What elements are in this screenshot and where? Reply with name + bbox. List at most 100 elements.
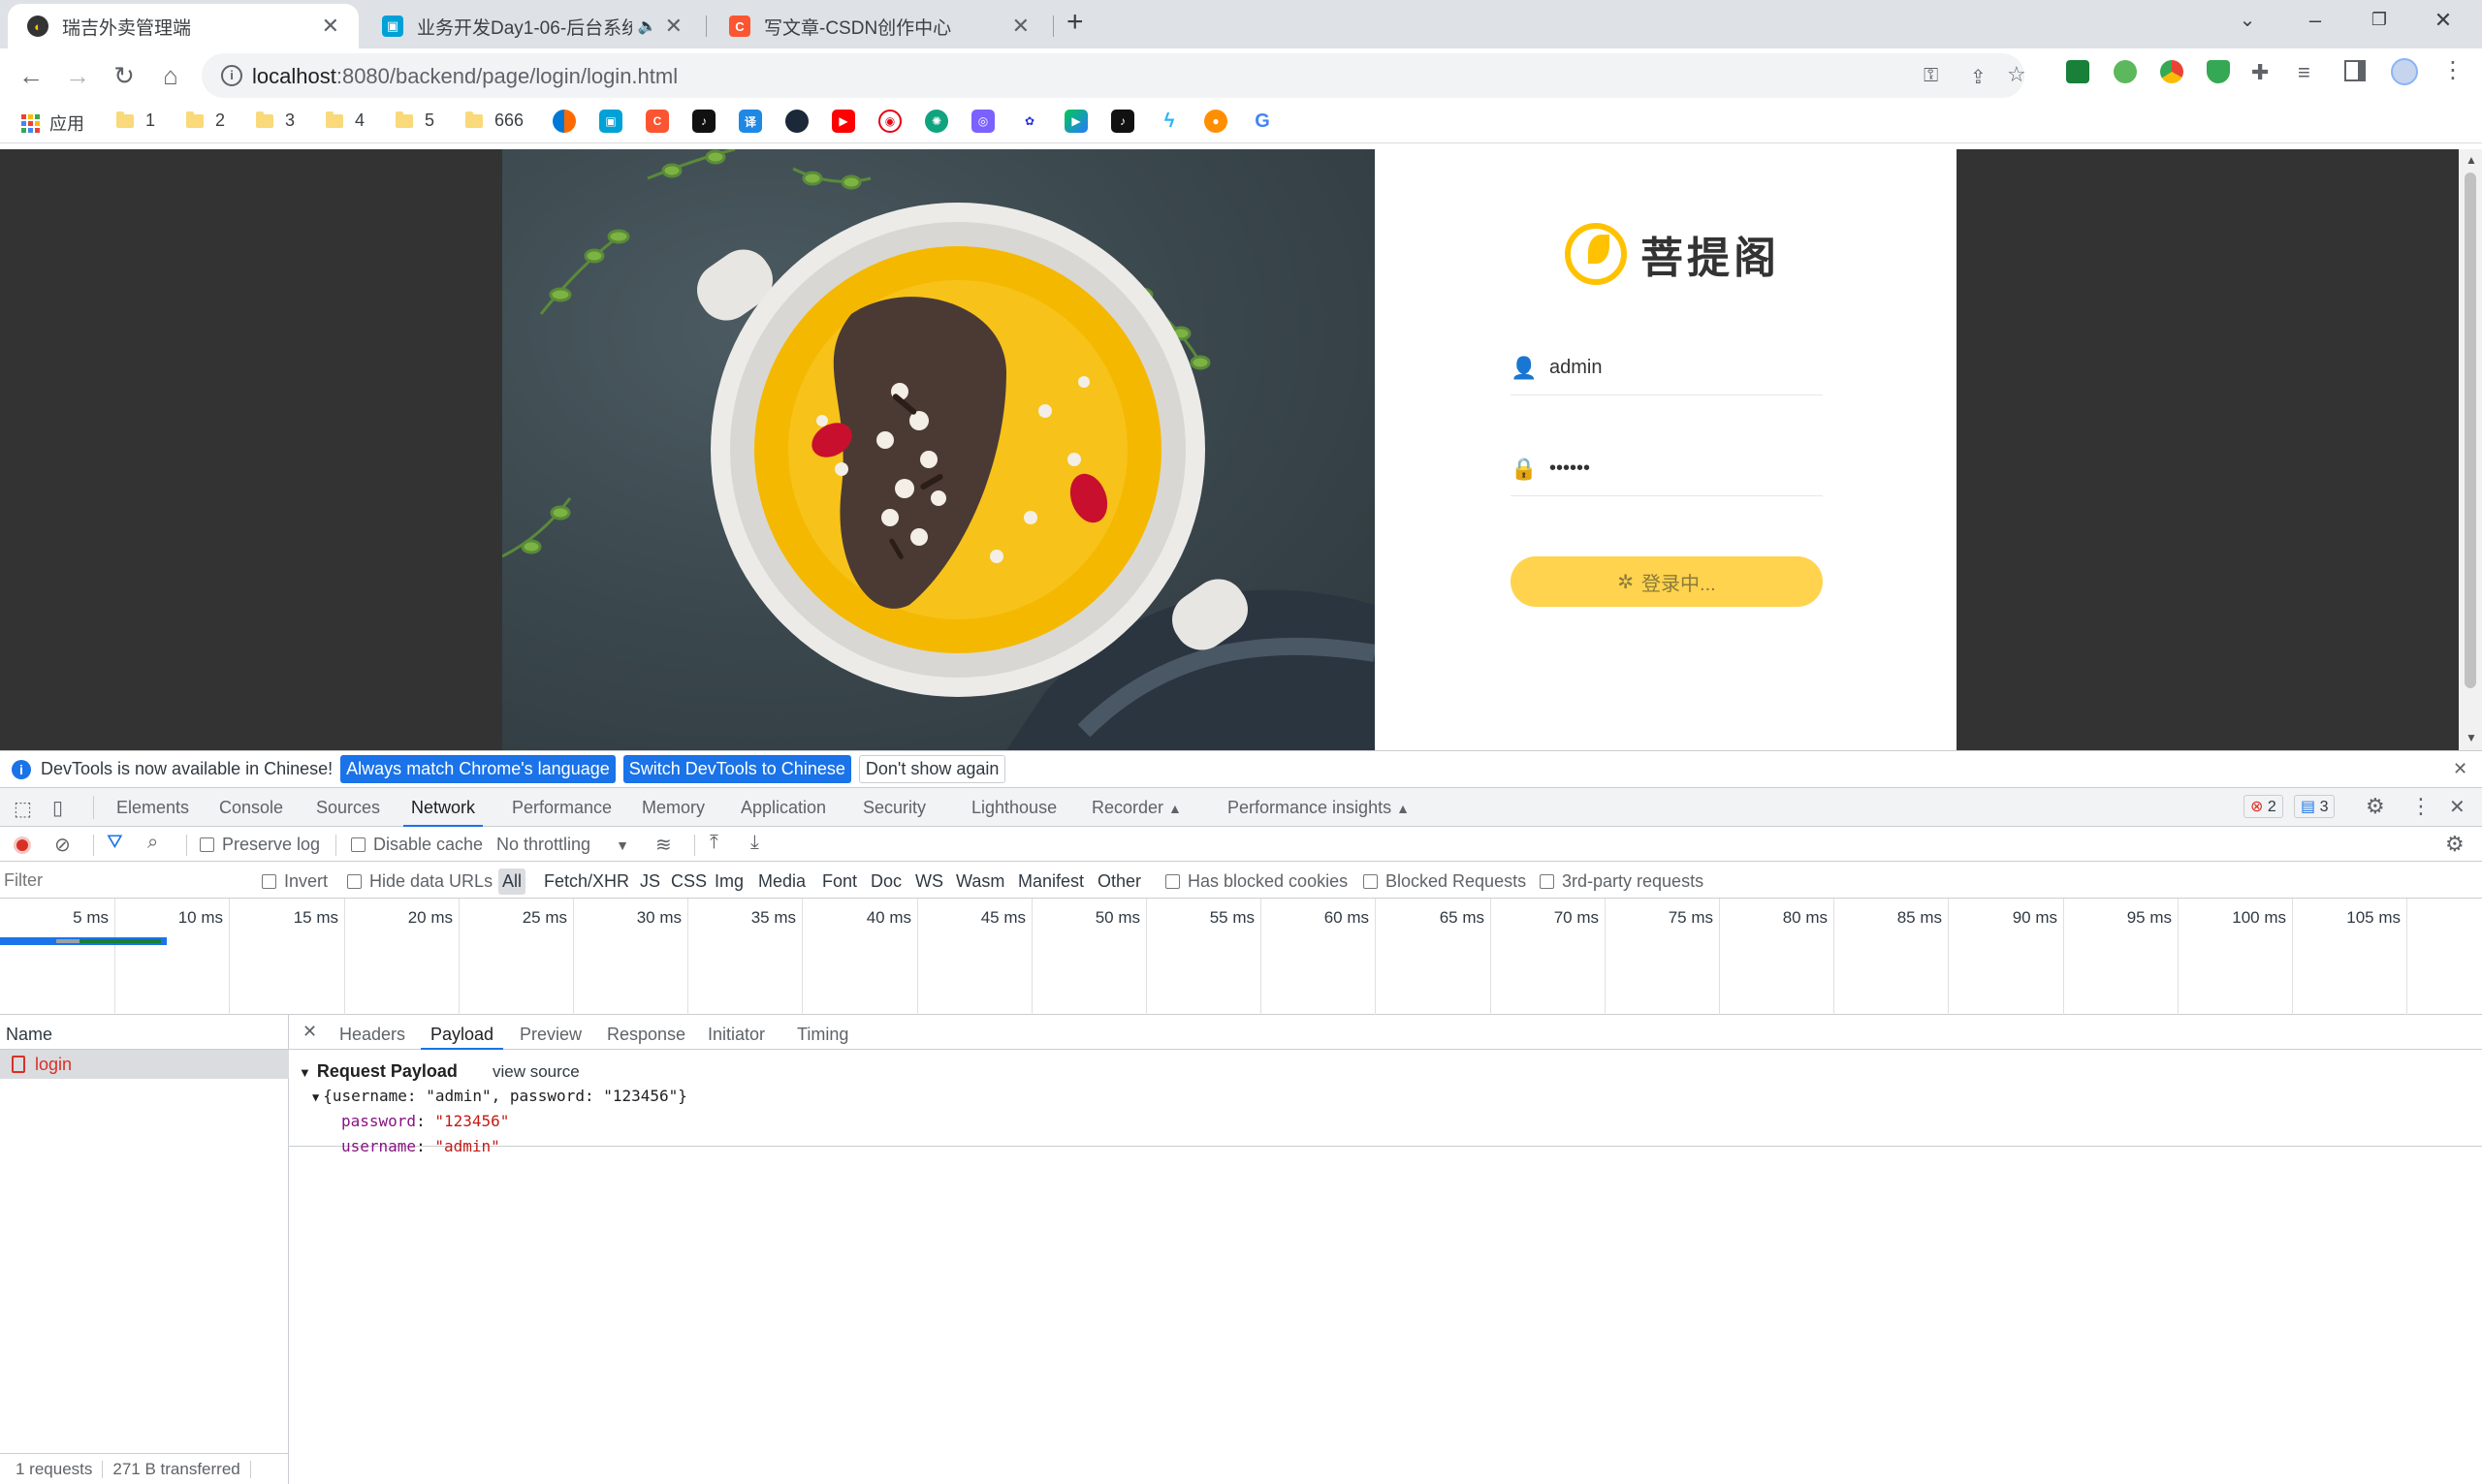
home-button[interactable]: ⌂ bbox=[153, 58, 188, 93]
type-filter-font[interactable]: Font bbox=[822, 871, 857, 892]
lightning-bookmark-icon[interactable]: ϟ bbox=[1158, 110, 1181, 133]
douyin-bookmark-icon[interactable]: ♪ bbox=[1111, 110, 1134, 133]
bookmark-star-icon[interactable]: ☆ bbox=[2007, 62, 2026, 87]
preserve-log-checkbox[interactable]: Preserve log bbox=[200, 835, 320, 855]
throttling-select[interactable]: No throttling ▼ bbox=[496, 835, 629, 855]
filter-icon[interactable]: ⛛ bbox=[107, 832, 123, 854]
play-bookmark-icon[interactable]: ▶ bbox=[1065, 110, 1088, 133]
tab-performance-insights[interactable]: Performance insights ▲ bbox=[1227, 798, 1410, 818]
close-devtools-icon[interactable]: ✕ bbox=[2449, 795, 2466, 819]
back-button[interactable]: ← bbox=[14, 58, 48, 93]
tiktok-bookmark-icon[interactable]: ♪ bbox=[692, 110, 716, 133]
side-panel-icon[interactable] bbox=[2344, 60, 2366, 81]
forward-button[interactable]: → bbox=[60, 58, 95, 93]
detail-tab-headers[interactable]: Headers bbox=[339, 1025, 405, 1045]
close-tab-icon[interactable]: ✕ bbox=[1012, 14, 1030, 39]
tab-bilibili[interactable]: ▣ 业务开发Day1-06-后台系统 🔈 ✕ bbox=[363, 4, 702, 48]
bookmark-folder-4[interactable]: 4 bbox=[326, 111, 365, 131]
tab-recorder[interactable]: Recorder ▲ bbox=[1092, 798, 1182, 818]
bookmark-folder-666[interactable]: 666 bbox=[465, 111, 524, 131]
site-info-icon[interactable]: i bbox=[221, 65, 242, 86]
switch-to-chinese-button[interactable]: Switch DevTools to Chinese bbox=[622, 755, 851, 783]
close-detail-icon[interactable]: ✕ bbox=[302, 1022, 317, 1042]
type-filter-wasm[interactable]: Wasm bbox=[956, 871, 1004, 892]
extension-shield-icon[interactable] bbox=[2066, 60, 2089, 83]
tab-console[interactable]: Console bbox=[219, 798, 283, 818]
bookmark-folder-1[interactable]: 1 bbox=[116, 111, 155, 131]
detail-tab-timing[interactable]: Timing bbox=[797, 1025, 848, 1045]
import-har-icon[interactable]: ⤒ bbox=[710, 832, 718, 854]
clear-icon[interactable]: ⊘ bbox=[54, 833, 71, 857]
restore-button[interactable]: ❐ bbox=[2360, 10, 2399, 30]
type-filter-fetch-xhr[interactable]: Fetch/XHR bbox=[544, 871, 629, 892]
scroll-down-icon[interactable]: ▼ bbox=[2466, 731, 2477, 744]
inspect-element-icon[interactable]: ⬚ bbox=[14, 797, 32, 821]
netease-bookmark-icon[interactable]: ◉ bbox=[878, 110, 902, 133]
network-conditions-icon[interactable]: ≋ bbox=[655, 833, 672, 857]
scrollbar-thumb[interactable] bbox=[2465, 173, 2476, 688]
type-filter-js[interactable]: JS bbox=[640, 871, 660, 892]
request-waterfall-bar[interactable] bbox=[0, 937, 167, 945]
audio-playing-icon[interactable]: 🔈 bbox=[638, 16, 657, 36]
openai-bookmark-icon[interactable]: ✺ bbox=[925, 110, 948, 133]
view-source-link[interactable]: view source bbox=[493, 1062, 580, 1082]
payload-summary[interactable]: ▼ {username: "admin", password: "123456"} bbox=[312, 1087, 687, 1105]
type-filter-ws[interactable]: WS bbox=[915, 871, 943, 892]
orange-bookmark-icon[interactable]: ● bbox=[1204, 110, 1227, 133]
reading-list-icon[interactable]: ≡ bbox=[2298, 60, 2310, 85]
extension-leaf-icon[interactable] bbox=[2114, 60, 2137, 83]
type-filter-img[interactable]: Img bbox=[715, 871, 744, 892]
type-filter-media[interactable]: Media bbox=[758, 871, 806, 892]
chrome-menu-icon[interactable]: ⋮ bbox=[2441, 56, 2465, 84]
app-bookmark-icon[interactable]: ◎ bbox=[971, 110, 995, 133]
always-match-language-button[interactable]: Always match Chrome's language bbox=[340, 755, 616, 783]
page-scrollbar[interactable]: ▲ ▼ bbox=[2459, 149, 2482, 750]
csdn-bookmark-icon[interactable]: C bbox=[646, 110, 669, 133]
extensions-puzzle-icon[interactable]: ✚ bbox=[2251, 60, 2269, 85]
minimize-button[interactable]: – bbox=[2296, 8, 2335, 33]
detail-tab-payload[interactable]: Payload bbox=[420, 1025, 504, 1050]
devtools-menu-icon[interactable]: ⋮ bbox=[2410, 794, 2432, 819]
password-field[interactable]: 🔒 •••••• bbox=[1511, 442, 1823, 496]
export-har-icon[interactable]: ⤓ bbox=[750, 832, 759, 854]
tab-network[interactable]: Network bbox=[402, 798, 484, 827]
scroll-up-icon[interactable]: ▲ bbox=[2466, 153, 2477, 167]
username-field[interactable]: 👤 admin bbox=[1511, 341, 1823, 395]
extension-chrome-icon[interactable] bbox=[2160, 60, 2183, 83]
name-column-header[interactable]: Name bbox=[0, 1015, 289, 1050]
type-filter-css[interactable]: CSS bbox=[671, 871, 707, 892]
google-bookmark-icon[interactable]: G bbox=[1251, 110, 1274, 133]
close-tab-icon[interactable]: ✕ bbox=[665, 14, 683, 39]
new-tab-button[interactable]: + bbox=[1066, 6, 1084, 39]
close-notice-icon[interactable]: ✕ bbox=[2453, 759, 2467, 779]
tab-security[interactable]: Security bbox=[863, 798, 926, 818]
tab-memory[interactable]: Memory bbox=[642, 798, 705, 818]
share-icon[interactable]: ⇪ bbox=[1970, 65, 1987, 89]
bookmark-folder-3[interactable]: 3 bbox=[256, 111, 295, 131]
filter-input[interactable] bbox=[4, 868, 244, 893]
device-toolbar-icon[interactable]: ▯ bbox=[52, 796, 63, 820]
type-filter-other[interactable]: Other bbox=[1098, 871, 1141, 892]
invert-checkbox[interactable]: Invert bbox=[262, 871, 328, 892]
error-count-badge[interactable]: ⊗ 2 bbox=[2243, 795, 2283, 818]
message-count-badge[interactable]: ▤ 3 bbox=[2294, 795, 2336, 818]
payload-header[interactable]: ▼ Request Payload bbox=[299, 1061, 458, 1082]
hide-data-urls-checkbox[interactable]: Hide data URLs bbox=[347, 871, 493, 892]
reload-button[interactable]: ↻ bbox=[107, 58, 142, 93]
network-settings-icon[interactable]: ⚙ bbox=[2445, 832, 2465, 857]
bookmark-folder-2[interactable]: 2 bbox=[186, 111, 225, 131]
search-icon[interactable]: ⌕ bbox=[147, 832, 158, 854]
third-party-requests-checkbox[interactable]: 3rd-party requests bbox=[1540, 871, 1703, 892]
detail-tab-initiator[interactable]: Initiator bbox=[708, 1025, 765, 1045]
network-timeline[interactable]: 5 ms 10 ms 15 ms 20 ms 25 ms 30 ms 35 ms 40 ms 4… bbox=[0, 899, 2482, 1015]
profile-avatar[interactable] bbox=[2391, 58, 2418, 85]
close-tab-icon[interactable]: ✕ bbox=[322, 14, 339, 39]
has-blocked-cookies-checkbox[interactable]: Has blocked cookies bbox=[1165, 871, 1348, 892]
close-window-button[interactable]: ✕ bbox=[2424, 8, 2463, 33]
tab-sources[interactable]: Sources bbox=[316, 798, 380, 818]
detail-tab-response[interactable]: Response bbox=[607, 1025, 685, 1045]
baidu-bookmark-icon[interactable]: ✿ bbox=[1018, 110, 1041, 133]
tab-ruiji[interactable]: ◐ 瑞吉外卖管理端 ✕ bbox=[8, 4, 359, 48]
dont-show-again-button[interactable]: Don't show again bbox=[858, 755, 1006, 783]
bilibili-bookmark-icon[interactable]: ▣ bbox=[599, 110, 622, 133]
